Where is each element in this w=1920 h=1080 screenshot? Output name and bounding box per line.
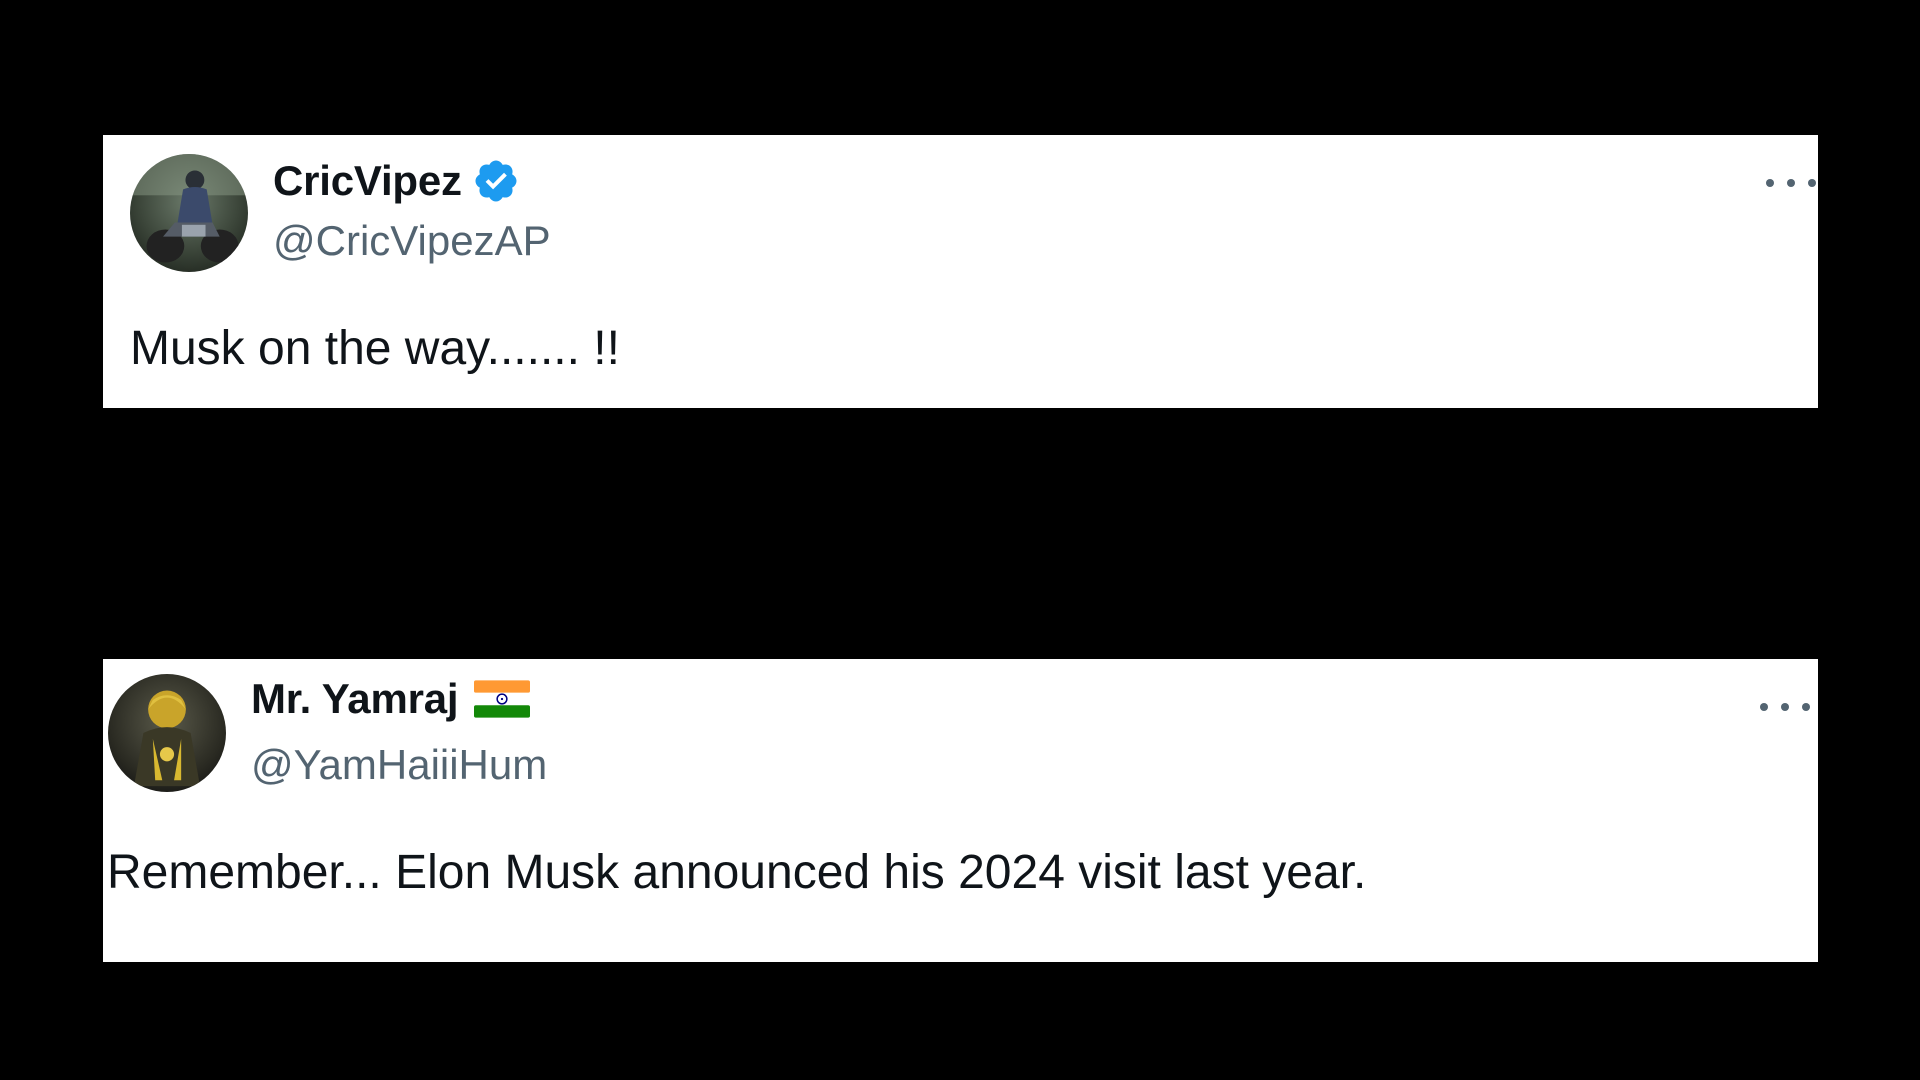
- avatar[interactable]: [130, 154, 248, 272]
- author-row: CricVipez: [273, 155, 520, 207]
- dot: [1802, 703, 1810, 711]
- tweet-text: Remember... Elon Musk announced his 2024…: [107, 846, 1367, 899]
- dot: [1760, 703, 1768, 711]
- handle[interactable]: @CricVipezAP: [273, 220, 551, 262]
- dot: [1766, 179, 1774, 187]
- india-flag-icon: [474, 680, 531, 718]
- more-options-icon[interactable]: [1760, 697, 1810, 717]
- avatar-image: [130, 154, 248, 272]
- author-row: Mr. Yamraj: [251, 671, 531, 727]
- dot: [1808, 179, 1816, 187]
- dot: [1781, 703, 1789, 711]
- verified-icon: [475, 160, 517, 202]
- display-name[interactable]: Mr. Yamraj: [251, 678, 459, 720]
- avatar[interactable]: [108, 674, 226, 792]
- tweet-card[interactable]: CricVipez @CricVipezAP Musk on the way..…: [103, 135, 1818, 408]
- tweet-card[interactable]: Mr. Yamraj @YamHaiiiHum Remember... Elon…: [103, 659, 1818, 962]
- dot: [1787, 179, 1795, 187]
- handle[interactable]: @YamHaiiiHum: [251, 744, 547, 786]
- screenshot-canvas: CricVipez @CricVipezAP Musk on the way..…: [0, 0, 1920, 1080]
- avatar-image: [108, 674, 226, 792]
- tweet-text: Musk on the way....... !!: [130, 322, 620, 375]
- more-options-icon[interactable]: [1766, 173, 1816, 193]
- display-name[interactable]: CricVipez: [273, 160, 462, 202]
